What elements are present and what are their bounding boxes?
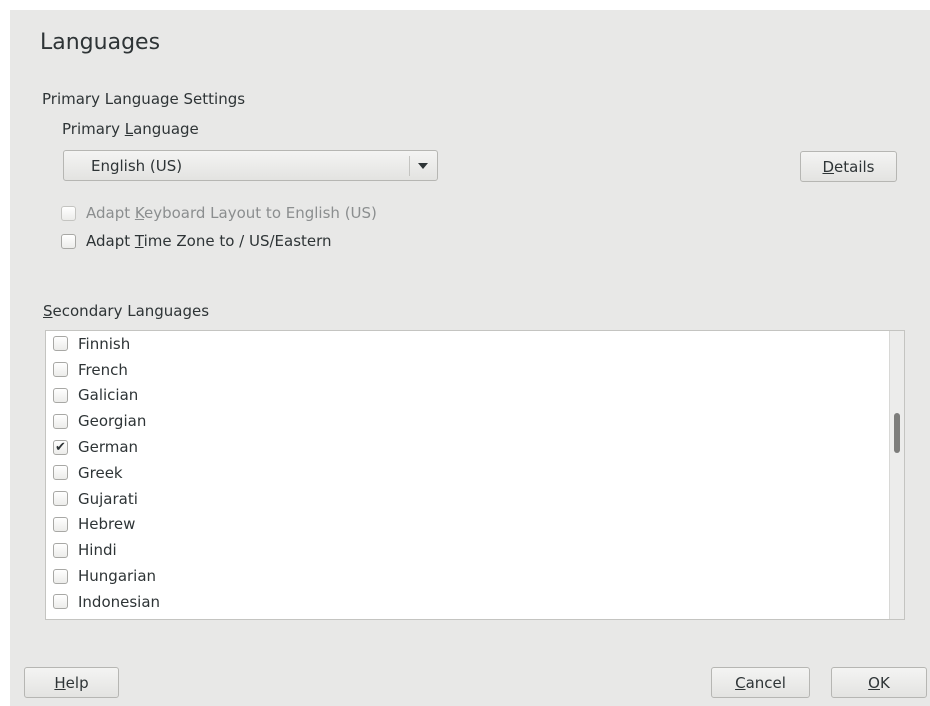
- scrollbar-thumb[interactable]: [894, 413, 900, 453]
- adapt-keyboard-label: Adapt Keyboard Layout to English (US): [86, 204, 377, 222]
- secondary-languages-list[interactable]: Finnish French Galician Georgian ✔ German Gree…: [45, 330, 905, 620]
- language-checkbox[interactable]: [53, 568, 68, 584]
- list-item[interactable]: Gujarati: [53, 486, 160, 512]
- language-checkbox[interactable]: ✔: [53, 439, 68, 455]
- language-checkbox[interactable]: [53, 465, 68, 481]
- primary-section-title: Primary Language Settings: [42, 90, 246, 108]
- language-items: Finnish French Galician Georgian ✔ German Gree…: [53, 331, 160, 615]
- language-checkbox[interactable]: [53, 594, 68, 610]
- primary-language-label: Primary Language: [62, 120, 199, 138]
- list-item[interactable]: Galician: [53, 383, 160, 409]
- primary-language-value: English (US): [91, 157, 183, 175]
- adapt-timezone-checkbox[interactable]: [61, 233, 76, 249]
- list-item[interactable]: Finnish: [53, 331, 160, 357]
- list-item[interactable]: ✔ German: [53, 434, 160, 460]
- adapt-timezone-option[interactable]: Adapt Time Zone to / US/Eastern: [61, 232, 332, 250]
- language-checkbox[interactable]: [53, 542, 68, 558]
- adapt-timezone-label: Adapt Time Zone to / US/Eastern: [86, 232, 332, 250]
- page-title: Languages: [40, 30, 161, 55]
- list-item[interactable]: Georgian: [53, 408, 160, 434]
- languages-dialog: Languages Primary Language Settings Prim…: [10, 10, 930, 706]
- language-checkbox[interactable]: [53, 362, 68, 378]
- language-label: Indonesian: [78, 592, 161, 611]
- adapt-keyboard-option: Adapt Keyboard Layout to English (US): [61, 204, 377, 222]
- check-icon: ✔: [55, 439, 66, 455]
- language-checkbox[interactable]: [53, 516, 68, 532]
- language-label: Hungarian: [78, 567, 157, 586]
- language-label: Gujarati: [78, 489, 138, 508]
- language-label: Georgian: [78, 412, 147, 431]
- language-label: Hebrew: [78, 515, 136, 534]
- secondary-languages-label: Secondary Languages: [43, 302, 210, 320]
- language-label: French: [78, 360, 128, 379]
- list-item[interactable]: Hebrew: [53, 512, 160, 538]
- primary-language-combo[interactable]: English (US): [63, 150, 438, 181]
- list-scrollbar[interactable]: [889, 331, 904, 619]
- list-item[interactable]: Greek: [53, 460, 160, 486]
- list-item[interactable]: French: [53, 357, 160, 383]
- adapt-keyboard-checkbox: [61, 205, 76, 221]
- list-item[interactable]: Indonesian: [53, 589, 160, 615]
- language-checkbox[interactable]: [53, 336, 68, 352]
- details-button[interactable]: Details: [800, 151, 897, 182]
- list-item[interactable]: Hindi: [53, 537, 160, 563]
- list-item[interactable]: Hungarian: [53, 563, 160, 589]
- language-checkbox[interactable]: [53, 413, 68, 429]
- language-label: Galician: [78, 386, 139, 405]
- language-checkbox[interactable]: [53, 387, 68, 403]
- help-button[interactable]: Help: [24, 667, 119, 698]
- language-label: German: [78, 438, 139, 457]
- chevron-down-icon: [418, 163, 428, 169]
- ok-button[interactable]: OK: [831, 667, 927, 698]
- language-label: Finnish: [78, 334, 131, 353]
- language-checkbox[interactable]: [53, 491, 68, 507]
- language-label: Hindi: [78, 541, 117, 560]
- cancel-button[interactable]: Cancel: [711, 667, 810, 698]
- language-label: Greek: [78, 463, 123, 482]
- combo-separator: [409, 156, 410, 176]
